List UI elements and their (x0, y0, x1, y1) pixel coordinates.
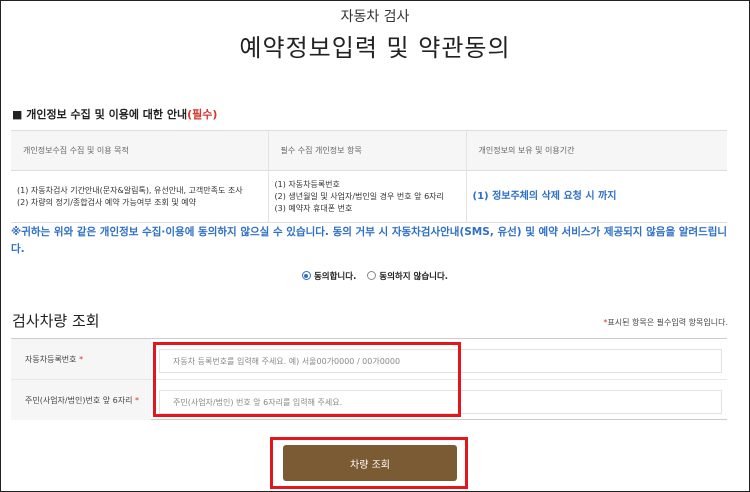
item-line: (1) 자동차등록번호 (274, 179, 340, 189)
page-subtitle: 자동차 검사 (340, 9, 410, 25)
required-tag: (필수) (187, 108, 218, 121)
registration-number-input[interactable] (159, 349, 722, 373)
consent-radio-group: 동의합니다. 동의하지 않습니다. (0, 270, 750, 282)
privacy-heading: ■ 개인정보 수집 및 이용에 대한 안내(필수) (12, 106, 217, 122)
page-title: 예약정보입력 및 약관동의 (239, 34, 511, 62)
id-number-label-text: 주민(사업자/법인)번호 앞 6자리 (25, 395, 133, 405)
items-cell: (1) 자동차등록번호 (2) 생년월일 및 사업자/법인일 경우 번호 앞 6… (268, 170, 467, 223)
item-line: (2) 생년월일 및 사업자/법인일 경우 번호 앞 6자리 (274, 191, 444, 201)
privacy-table: 개인정보수집 수집 및 이용 목적 필수 수집 개인정보 항목 개인정보의 보유… (11, 130, 727, 223)
radio-checked-icon (301, 271, 311, 280)
column-header-items: 필수 수집 개인정보 항목 (268, 130, 467, 171)
square-bullet-icon: ■ (12, 108, 23, 121)
disagree-label: 동의하지 않습니다. (379, 272, 449, 282)
registration-label: 자동차등록번호 * (11, 339, 151, 379)
required-mark: * (134, 395, 139, 405)
purpose-line: (2) 차량의 정기/종합검사 예약 가능여부 조회 및 예약 (17, 197, 197, 207)
section-title: 검사차량 조회 (12, 312, 100, 330)
vehicle-search-button[interactable]: 차량 조회 (283, 445, 457, 481)
required-note-text: 표시된 항목은 필수입력 항목입니다. (607, 318, 728, 327)
agree-label: 동의합니다. (313, 272, 357, 282)
required-mark: * (79, 354, 84, 364)
purpose-line: (1) 자동차검사 기간안내(문자&알림톡), 유선안내, 고객만족도 조사 (17, 185, 243, 195)
consent-notice: ※귀하는 위와 같은 개인정보 수집·이용에 동의하지 않으실 수 있습니다. … (11, 226, 728, 255)
table-row: (1) 자동차검사 기간안내(문자&알림톡), 유선안내, 고객만족도 조사 (… (11, 170, 727, 223)
disagree-radio[interactable]: 동의하지 않습니다. (367, 270, 448, 282)
radio-unchecked-icon (367, 271, 377, 280)
id-number-label: 주민(사업자/법인)번호 앞 6자리 * (11, 380, 151, 420)
item-line: (3) 예약자 휴대폰 번호 (274, 203, 353, 213)
agree-radio[interactable]: 동의합니다. (301, 270, 357, 282)
purpose-cell: (1) 자동차검사 기간안내(문자&알림톡), 유선안내, 고객만족도 조사 (… (11, 170, 269, 223)
required-note: *표시된 항목은 필수입력 항목입니다. (603, 317, 728, 328)
column-header-retention: 개인정보의 보유 및 이용기간 (466, 130, 727, 171)
table-header-row: 개인정보수집 수집 및 이용 목적 필수 수집 개인정보 항목 개인정보의 보유… (11, 130, 727, 171)
retention-cell: (1) 정보주체의 삭제 요청 시 까지 (466, 170, 727, 223)
form-row-id-number: 주민(사업자/법인)번호 앞 6자리 * (11, 379, 727, 420)
registration-label-text: 자동차등록번호 (25, 354, 77, 364)
id-number-input[interactable] (159, 390, 722, 414)
form-row-registration: 자동차등록번호 * (11, 339, 727, 379)
vehicle-lookup-form: 자동차등록번호 * 주민(사업자/법인)번호 앞 6자리 * (11, 338, 727, 420)
column-header-purpose: 개인정보수집 수집 및 이용 목적 (11, 130, 269, 171)
privacy-heading-text: 개인정보 수집 및 이용에 대한 안내 (26, 108, 188, 121)
